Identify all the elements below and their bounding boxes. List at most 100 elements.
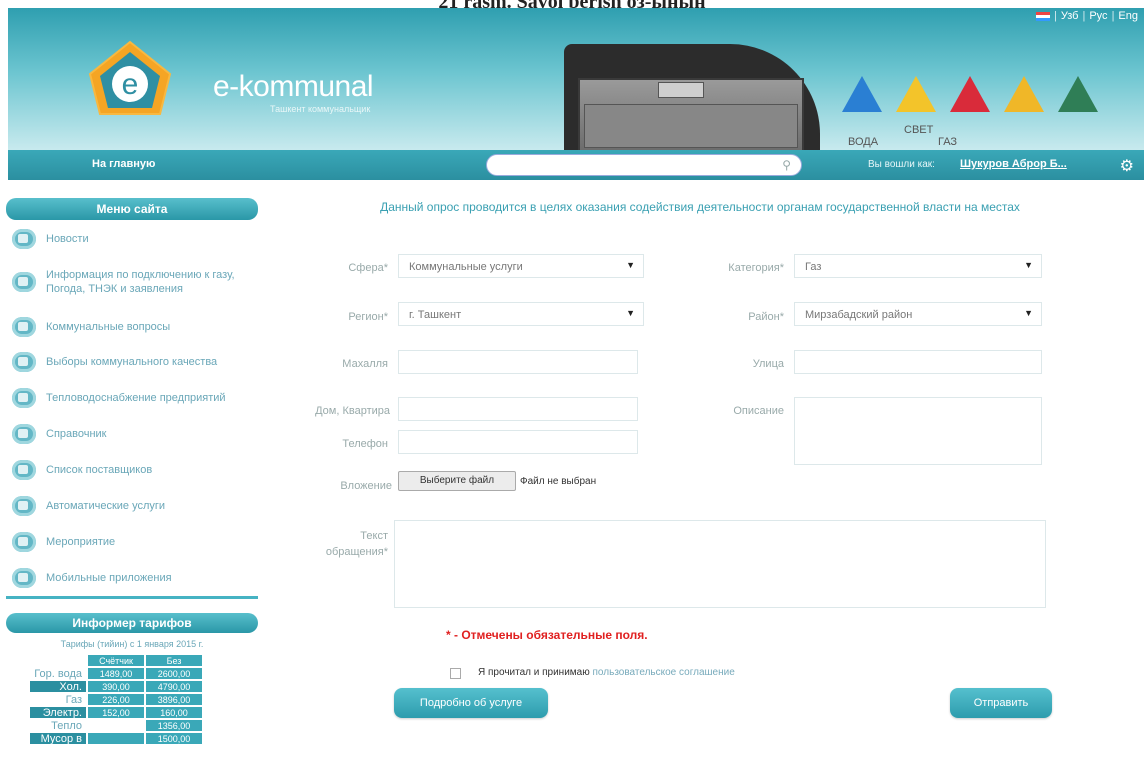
menu-bullet-icon: [12, 229, 36, 249]
logout-icon[interactable]: ⚙: [1120, 156, 1134, 176]
heat-triangle-icon: [1004, 76, 1044, 112]
region-value: г. Ташкент: [409, 309, 462, 321]
street-label: Улица: [752, 358, 784, 370]
region-label: Регион*: [348, 311, 388, 323]
tariff-no-meter: 1500,00: [146, 733, 202, 744]
meter-device-image: [564, 44, 820, 150]
district-select[interactable]: Мирзабадский район ▼: [794, 302, 1042, 326]
sidebar-item-gas-info[interactable]: Информация по подключению к газу, Погода…: [6, 256, 258, 308]
house-input[interactable]: [398, 397, 638, 421]
menu-bullet-icon: [12, 272, 36, 292]
table-row: Тепло 1356,00: [30, 720, 202, 732]
tariff-head-0: [30, 655, 86, 666]
sphere-select[interactable]: Коммунальные услуги ▼: [398, 254, 644, 278]
house-logo-icon[interactable]: e: [86, 38, 174, 118]
sidebar-item-auto-services[interactable]: Автоматические услуги: [6, 494, 258, 518]
tariff-no-meter: 3896,00: [146, 694, 202, 705]
tariff-meter: 226,00: [88, 694, 144, 705]
tariff-meter: [88, 733, 144, 744]
menu-bullet-icon: [12, 317, 36, 337]
menu-bullet-icon: [12, 388, 36, 408]
mahalla-label: Махалля: [342, 358, 388, 370]
sidebar-item-label: Выборы коммунального качества: [46, 355, 218, 368]
utility-triangles: [842, 76, 1098, 112]
tariff-name: Гор. вода: [30, 668, 86, 680]
message-label: Текст обращения*: [325, 530, 388, 558]
tariff-no-meter: 1356,00: [146, 720, 202, 731]
tariff-name: Хол. вода: [30, 681, 86, 705]
tariff-meter: 390,00: [88, 681, 144, 692]
tariff-informer-title: Информер тарифов: [6, 613, 258, 633]
submit-button[interactable]: Отправить: [950, 688, 1052, 718]
user-agreement-link[interactable]: пользовательское соглашение: [593, 667, 735, 678]
search-icon[interactable]: ⚲: [782, 158, 791, 172]
sidebar-divider: [6, 596, 258, 599]
site-header: | Узб | Рус | Eng e e-kommunal Ташкент к…: [8, 8, 1144, 150]
sidebar-item-label: Справочник: [46, 428, 107, 440]
service-details-button[interactable]: Подробно об услуге: [394, 688, 548, 718]
message-textarea[interactable]: [394, 520, 1046, 608]
region-select[interactable]: г. Ташкент ▼: [398, 302, 644, 326]
brand-subtitle: Ташкент коммунальщик: [270, 104, 371, 114]
phone-input[interactable]: [398, 430, 638, 454]
hint-svet: СВЕТ: [904, 124, 934, 136]
menu-bullet-icon: [12, 424, 36, 444]
tariff-head-1: Счётчик: [88, 655, 144, 666]
table-row: Мусор в т.з. 1500,00: [30, 733, 202, 757]
comment-label: Описание: [733, 405, 784, 417]
required-note: * - Отмечены обязательные поля.: [446, 628, 648, 642]
comment-textarea[interactable]: [794, 397, 1042, 465]
choose-file-button[interactable]: Выберите файл: [398, 471, 516, 491]
lang-en[interactable]: Eng: [1118, 10, 1138, 22]
flag-icon[interactable]: [1036, 11, 1051, 21]
sidebar-item-events[interactable]: Мероприятие: [6, 530, 258, 554]
street-input[interactable]: [794, 350, 1042, 374]
sidebar-item-reference[interactable]: Справочник: [6, 422, 258, 446]
light-triangle-icon: [896, 76, 936, 112]
sphere-label: Сфера*: [348, 262, 388, 274]
phone-label: Телефон: [342, 438, 388, 450]
mahalla-input[interactable]: [398, 350, 638, 374]
sidebar-item-heat[interactable]: Тепловодоснабжение предприятий: [6, 386, 258, 410]
language-switcher: | Узб | Рус | Eng: [1036, 10, 1138, 22]
agree-label: Я прочитал и принимаю: [478, 667, 590, 678]
tariff-meter: 152,00: [88, 707, 144, 718]
agree-checkbox[interactable]: [450, 668, 461, 679]
house-label: Дом, Квартира: [315, 405, 390, 417]
tariff-name: Газ: [30, 694, 86, 706]
tariff-no-meter: 4790,00: [146, 681, 202, 692]
tariff-caption: Тарифы (тийин) с 1 января 2015 г.: [60, 639, 204, 649]
menu-bullet-icon: [12, 568, 36, 588]
waste-triangle-icon: [1058, 76, 1098, 112]
lang-ru[interactable]: Рус: [1089, 10, 1107, 22]
chevron-down-icon: ▼: [626, 308, 635, 318]
category-label: Категория*: [728, 262, 784, 274]
lang-uz[interactable]: Узб: [1061, 10, 1079, 22]
sidebar-item-elections[interactable]: Выборы коммунального качества: [6, 346, 258, 378]
agree-text: Я прочитал и принимаю пользовательское с…: [478, 667, 735, 678]
category-select[interactable]: Газ ▼: [794, 254, 1042, 278]
top-caption: 21 rasm. Savol berish oз-ынын: [0, 0, 1144, 8]
sidebar-item-mobile-apps[interactable]: Мобильные приложения: [6, 566, 258, 590]
gas-triangle-icon: [950, 76, 990, 112]
sidebar-item-suppliers[interactable]: Список поставщиков: [6, 458, 258, 482]
sidebar-item-label: Коммунальные вопросы: [46, 321, 171, 333]
chevron-down-icon: ▼: [626, 260, 635, 270]
tariff-name: Мусор в т.з.: [30, 733, 86, 757]
sidebar-item-label: Тепловодоснабжение предприятий: [46, 392, 226, 404]
sidebar-item-label: Список поставщиков: [46, 464, 153, 476]
hint-voda: ВОДА: [848, 136, 879, 148]
tariff-name: Тепло: [30, 720, 86, 732]
sidebar-item-news[interactable]: Новости: [6, 228, 258, 250]
svg-text:e: e: [122, 68, 139, 101]
chevron-down-icon: ▼: [1024, 260, 1033, 270]
sidebar-item-label: Информация по подключению к газу, Погода…: [46, 269, 235, 295]
home-link[interactable]: На главную: [92, 158, 155, 170]
search-input[interactable]: ⚲: [486, 154, 802, 176]
tariff-no-meter: 2600,00: [146, 668, 202, 679]
user-name-link[interactable]: Шукуров Аброр Б...: [960, 158, 1067, 170]
sidebar-item-communal[interactable]: Коммунальные вопросы: [6, 316, 258, 338]
sidebar-item-label: Мобильные приложения: [46, 572, 172, 584]
table-row: Электр. эн. 152,00 160,00: [30, 707, 202, 731]
sidebar: Меню сайта Новости Информация по подключ…: [6, 198, 258, 757]
